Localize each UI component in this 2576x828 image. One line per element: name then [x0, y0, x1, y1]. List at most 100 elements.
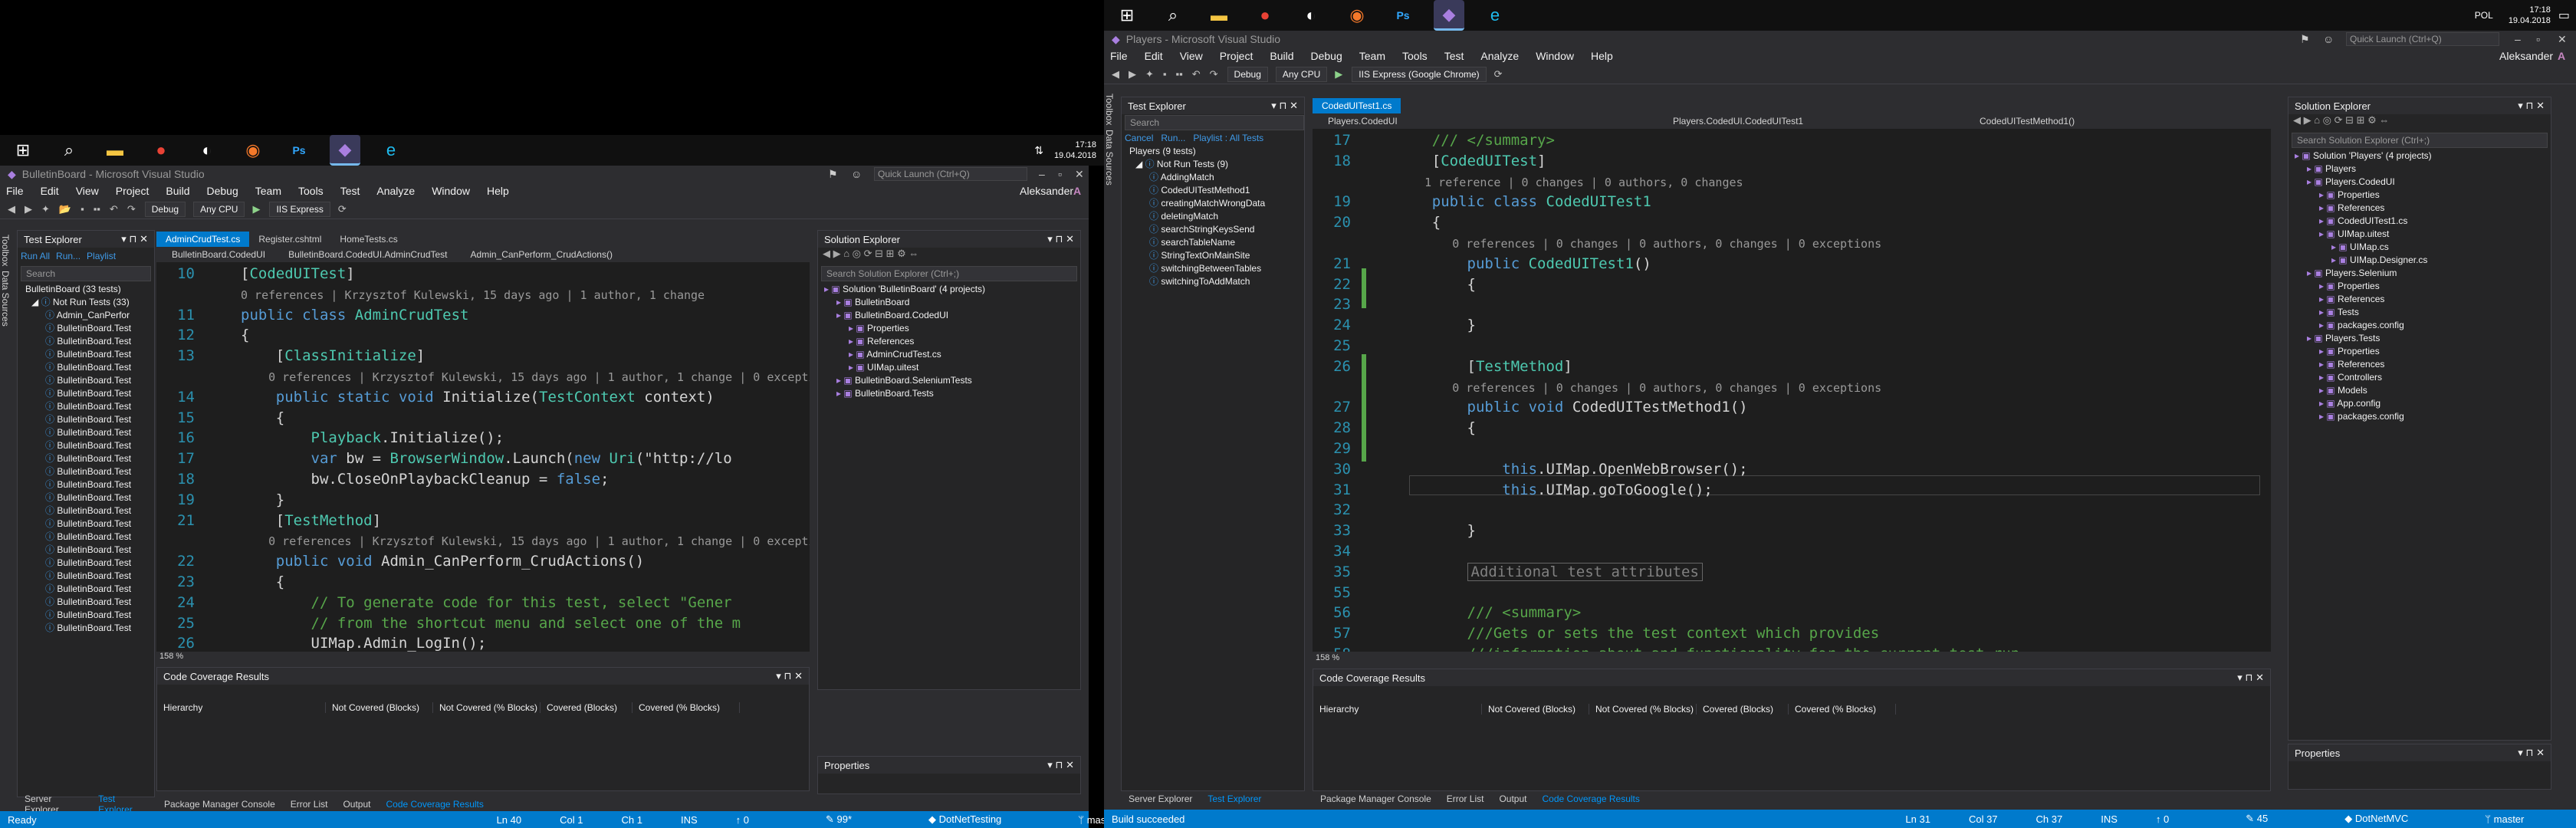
test-item[interactable]: ⓘ BulletinBoard.Test — [18, 583, 154, 596]
blender-icon[interactable]: ◉ — [1342, 0, 1372, 31]
menu-window[interactable]: Window — [1536, 50, 1574, 62]
code-line[interactable]: 0 references | 0 changes | 0 authors, 0 … — [1313, 233, 2271, 254]
minimize-button[interactable]: – — [1039, 168, 1045, 180]
code-line[interactable]: 10 [CodedUITest] — [156, 264, 810, 284]
solution-item[interactable]: ▸ ▣ UIMap.uitest — [818, 361, 1080, 374]
code-line[interactable]: 20 { — [1313, 212, 2271, 233]
code-line[interactable]: 0 references | Krzysztof Kulewski, 15 da… — [156, 284, 810, 305]
solution-item[interactable]: ▸ ▣ App.config — [2288, 397, 2551, 410]
network-icon[interactable]: ⇅ — [1034, 144, 1043, 157]
test-search-input[interactable]: Search — [1125, 115, 1304, 130]
test-root[interactable]: BulletinBoard (33 tests) — [18, 283, 154, 296]
expand-icon[interactable]: ◢ — [31, 297, 41, 307]
solution-item[interactable]: ▸ ▣ CodedUITest1.cs — [2288, 215, 2551, 228]
redo-icon[interactable]: ↷ — [127, 203, 136, 215]
photoshop-icon[interactable]: Ps — [284, 135, 314, 166]
solution-item[interactable]: ▸ ▣ References — [2288, 358, 2551, 371]
quick-launch-input[interactable]: Quick Launch (Ctrl+Q) — [874, 167, 1027, 181]
solution-item[interactable]: ▸ ▣ References — [818, 335, 1080, 348]
code-line[interactable]: 21 [TestMethod] — [156, 511, 810, 531]
test-item[interactable]: ⓘ BulletinBoard.Test — [18, 518, 154, 531]
solution-search-input[interactable]: Search Solution Explorer (Ctrl+;) — [821, 266, 1077, 281]
steam-icon[interactable]: ◐ — [1296, 0, 1326, 31]
solution-toolbar[interactable]: ◀ ▶ ⌂ ◎ ⟳ ⊟ ⊞ ⚙ ⇔ — [2288, 114, 2551, 131]
blender-icon[interactable]: ◉ — [238, 135, 268, 166]
code-line[interactable]: 55 — [1313, 583, 2271, 603]
test-item[interactable]: ⓘ BulletinBoard.Test — [18, 609, 154, 622]
solution-toolbar[interactable]: ◀ ▶ ⌂ ◎ ⟳ ⊟ ⊞ ⚙ ⇔ — [818, 248, 1080, 264]
test-item[interactable]: ⓘ deletingMatch — [1122, 210, 1304, 223]
toolbox-tab[interactable]: Toolbox — [0, 235, 11, 266]
menu-debug[interactable]: Debug — [1311, 50, 1342, 62]
solution-item[interactable]: ▸ ▣ AdminCrudTest.cs — [818, 348, 1080, 361]
user-name[interactable]: Aleksander — [2499, 50, 2553, 62]
solution-item[interactable]: ▸ ▣ Properties — [2288, 345, 2551, 358]
menu-test[interactable]: Test — [1444, 50, 1464, 62]
menu-project[interactable]: Project — [1220, 50, 1254, 62]
solution-item[interactable]: ▸ ▣ Solution 'BulletinBoard' (4 projects… — [818, 283, 1080, 296]
tab-register-cshtml[interactable]: Register.cshtml — [249, 232, 330, 247]
test-item[interactable]: ⓘ BulletinBoard.Test — [18, 413, 154, 426]
menu-debug[interactable]: Debug — [207, 185, 238, 197]
properties-controls-icon[interactable]: ▾ ⊓ ✕ — [1047, 759, 1074, 771]
code-line[interactable]: 0 references | Krzysztof Kulewski, 15 da… — [156, 531, 810, 551]
code-line[interactable]: 23 — [1313, 294, 2271, 315]
solution-item[interactable]: ▸ ▣ Solution 'Players' (4 projects) — [2288, 150, 2551, 163]
code-line[interactable]: 56 /// <summary> — [1313, 603, 2271, 623]
repository-name[interactable]: ◆ DotNetTesting — [928, 813, 1040, 826]
undo-icon[interactable]: ↶ — [110, 203, 118, 215]
test-item[interactable]: ⓘ BulletinBoard.Test — [18, 322, 154, 335]
menu-file[interactable]: File — [6, 185, 24, 197]
visual-studio-icon[interactable]: ◆ — [1434, 0, 1464, 31]
test-item[interactable]: ⓘ BulletinBoard.Test — [18, 596, 154, 609]
test-item[interactable]: ⓘ switchingBetweenTables — [1122, 262, 1304, 275]
menu-help[interactable]: Help — [487, 185, 509, 197]
code-line[interactable]: 18 [CodedUITest] — [1313, 151, 2271, 172]
test-item[interactable]: ⓘ switchingToAddMatch — [1122, 275, 1304, 288]
close-panel-icon[interactable]: ▾ ⊓ ✕ — [776, 670, 803, 682]
code-coverage-tab[interactable]: Code Coverage Results — [1542, 794, 1639, 804]
package-manager-tab[interactable]: Package Manager Console — [164, 799, 275, 810]
internet-explorer-icon[interactable]: e — [1480, 0, 1510, 31]
code-line[interactable]: 15 { — [156, 408, 810, 429]
test-item[interactable]: ⓘ searchStringKeysSend — [1122, 223, 1304, 236]
pending-commits[interactable]: ↑ 0 — [736, 814, 787, 826]
test-item[interactable]: ⓘ BulletinBoard.Test — [18, 439, 154, 452]
save-all-icon[interactable]: ▪▪ — [1176, 68, 1183, 80]
test-item[interactable]: ⓘ BulletinBoard.Test — [18, 622, 154, 635]
code-coverage-tab[interactable]: Code Coverage Results — [386, 799, 483, 810]
test-explorer-tab[interactable]: Test Explorer — [1208, 794, 1261, 804]
solution-item[interactable]: ▸ ▣ References — [2288, 202, 2551, 215]
error-list-tab[interactable]: Error List — [1447, 794, 1484, 804]
code-line[interactable]: 0 references | 0 changes | 0 authors, 0 … — [1313, 377, 2271, 398]
solution-item[interactable]: ▸ ▣ Properties — [2288, 189, 2551, 202]
solution-item[interactable]: ▸ ▣ Tests — [2288, 306, 2551, 319]
code-line[interactable]: 13 [ClassInitialize] — [156, 346, 810, 366]
notification-flag-icon[interactable]: ⚑ — [828, 168, 838, 181]
error-list-tab[interactable]: Error List — [291, 799, 328, 810]
data-sources-tab[interactable]: Data Sources — [1104, 130, 1115, 186]
menu-team[interactable]: Team — [1359, 50, 1385, 62]
solution-item[interactable]: ▸ ▣ Properties — [818, 322, 1080, 335]
tab-home-tests[interactable]: HomeTests.cs — [330, 232, 406, 247]
test-item[interactable]: ⓘ BulletinBoard.Test — [18, 361, 154, 374]
test-item[interactable]: ⓘ BulletinBoard.Test — [18, 335, 154, 348]
solution-item[interactable]: ▸ ▣ BulletinBoard.CodedUI — [818, 309, 1080, 322]
user-name[interactable]: Aleksander — [1020, 185, 1073, 197]
solution-item[interactable]: ▸ ▣ Players.Selenium — [2288, 267, 2551, 280]
solution-item[interactable]: ▸ ▣ Properties — [2288, 280, 2551, 293]
output-tab[interactable]: Output — [1499, 794, 1526, 804]
menu-project[interactable]: Project — [116, 185, 150, 197]
code-editor[interactable]: 10 [CodedUITest] 0 references | Krzysztof … — [156, 262, 810, 652]
test-item[interactable]: ⓘ BulletinBoard.Test — [18, 478, 154, 491]
solution-item[interactable]: ▸ ▣ Players — [2288, 163, 2551, 176]
photoshop-icon[interactable]: Ps — [1388, 0, 1418, 31]
expand-icon[interactable]: ◢ — [1135, 159, 1145, 169]
close-button[interactable]: ✕ — [2558, 33, 2567, 46]
platform-select[interactable]: Any CPU — [193, 201, 245, 217]
code-line[interactable]: 11 public class AdminCrudTest — [156, 305, 810, 326]
file-explorer-icon[interactable]: ▬ — [100, 135, 130, 166]
user-avatar-icon[interactable]: A — [1073, 185, 1081, 197]
user-avatar-icon[interactable]: A — [2558, 50, 2565, 62]
output-tab[interactable]: Output — [343, 799, 370, 810]
